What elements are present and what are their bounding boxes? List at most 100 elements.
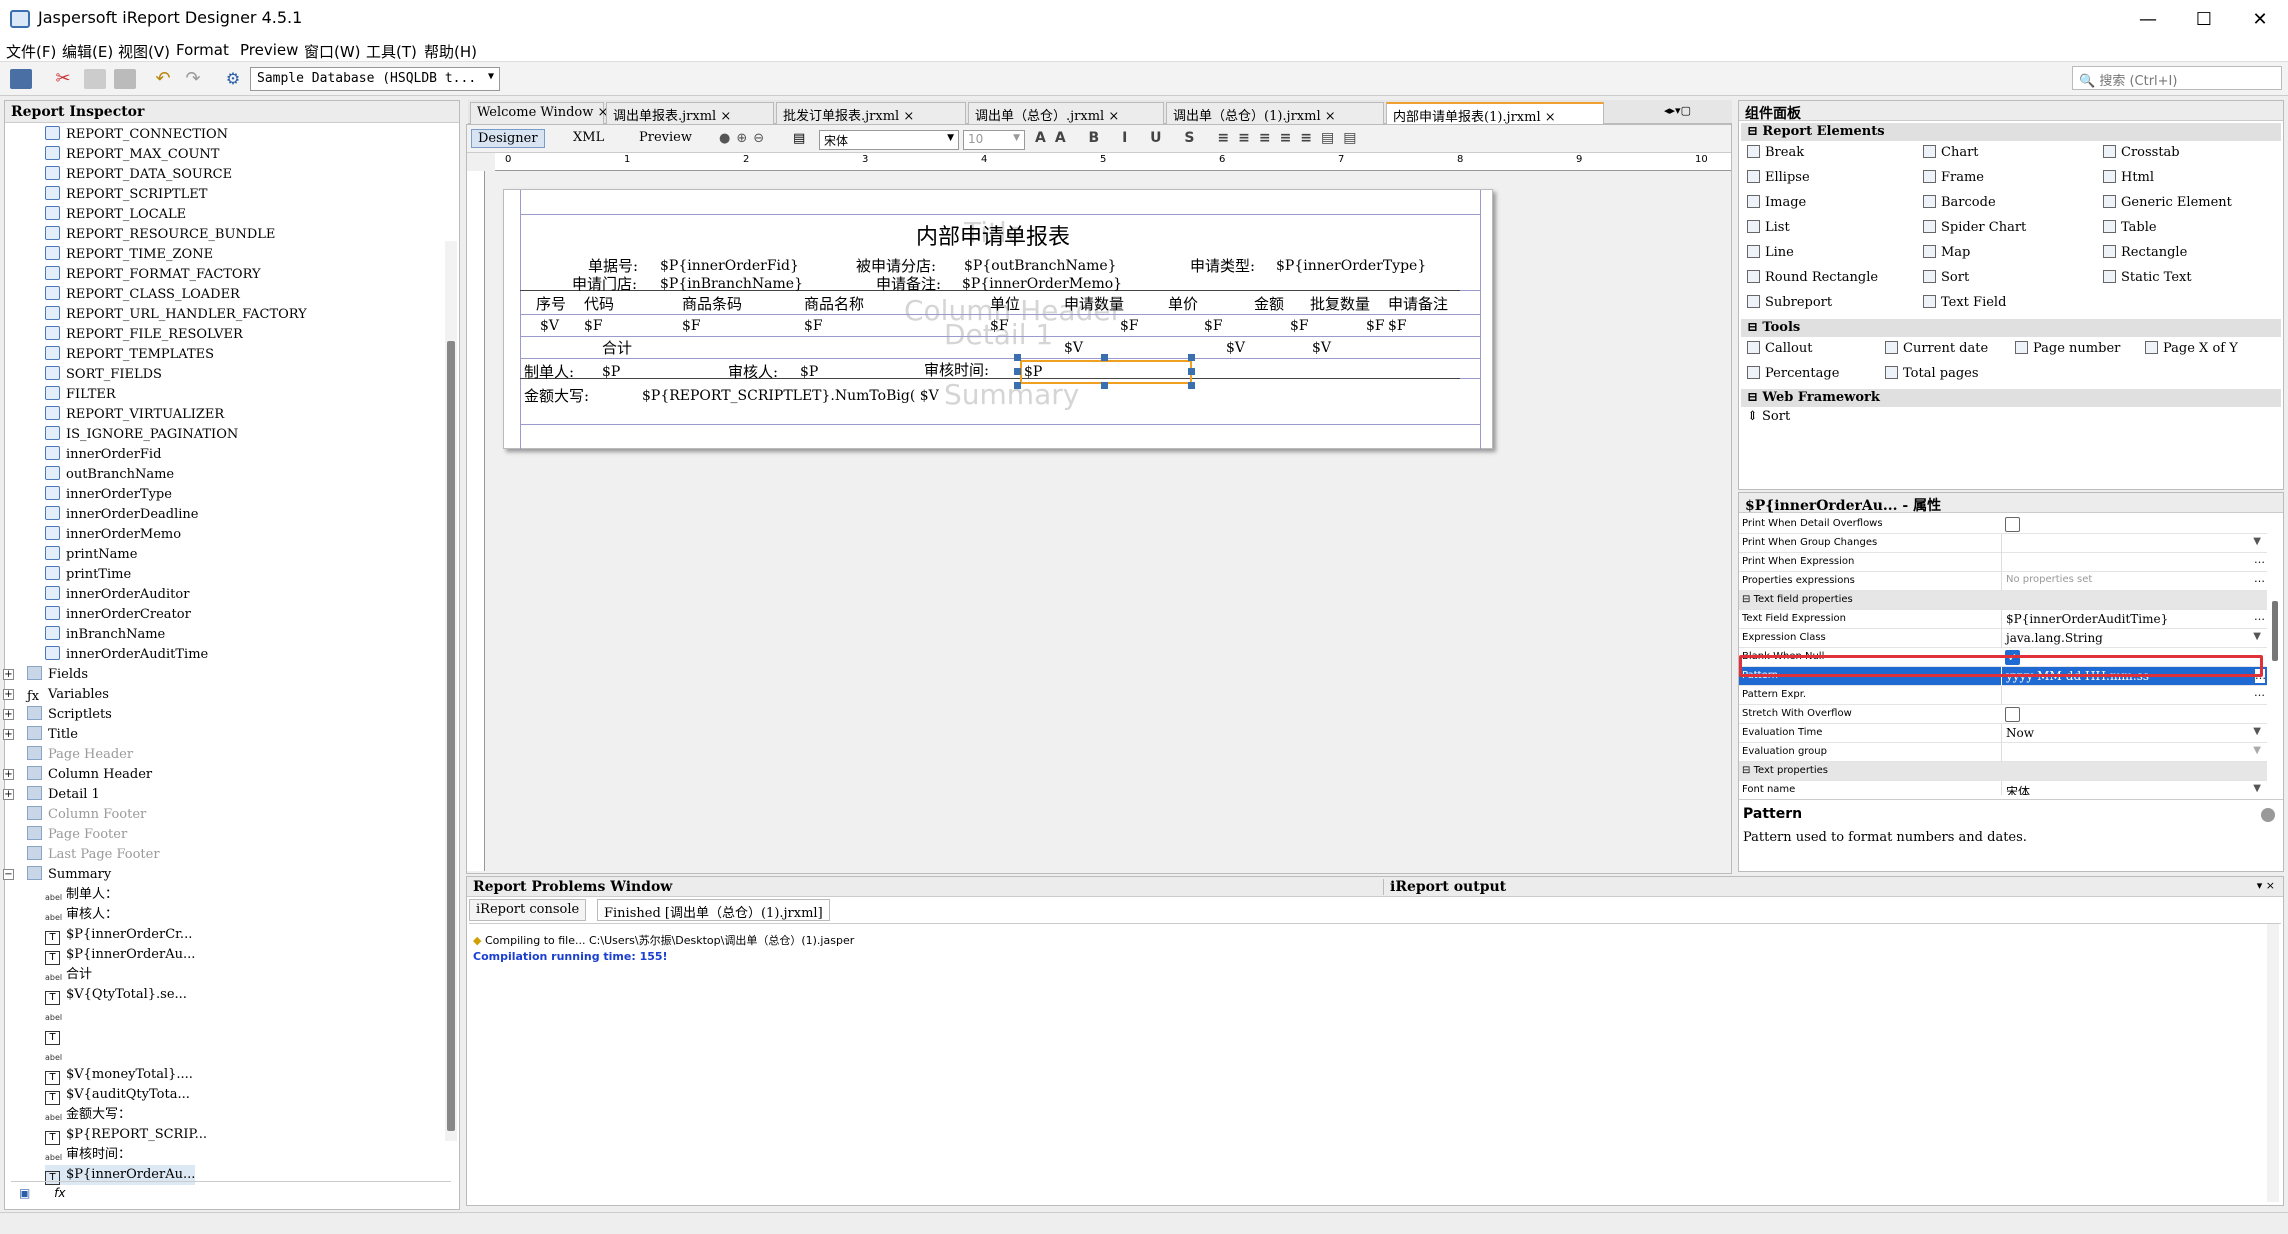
- resize-handle[interactable]: [1101, 354, 1108, 361]
- detail-amount[interactable]: $F: [1290, 316, 1309, 336]
- tree-item-scriptlets[interactable]: + Scriptlets: [3, 705, 112, 725]
- tree-item-band[interactable]: − Summary: [3, 865, 111, 885]
- palette-item-web-sort[interactable]: ⇕ Sort: [1747, 409, 1790, 424]
- tab-preview[interactable]: Preview: [633, 129, 698, 146]
- ellipsis-button[interactable]: …: [2254, 572, 2265, 585]
- field-creator[interactable]: $P: [602, 362, 620, 382]
- tree-item-textfield[interactable]: T: [45, 1025, 66, 1045]
- col-header-unit[interactable]: 单位: [990, 294, 1020, 314]
- tree-item-textfield[interactable]: T $V{moneyTotal}....: [45, 1065, 193, 1085]
- group-report-elements[interactable]: ⊟ Report Elements: [1741, 123, 2281, 141]
- tree-item-parameter[interactable]: inBranchName: [45, 625, 165, 645]
- expand-toggle-icon[interactable]: +: [3, 789, 14, 800]
- datasource-icon[interactable]: ⚙: [222, 69, 244, 89]
- prop-print-when-detail-overflows[interactable]: Print When Detail Overflows: [1739, 515, 2267, 534]
- ellipsis-button[interactable]: …: [2254, 686, 2265, 699]
- col-header-amount[interactable]: 金额: [1254, 294, 1284, 314]
- label-audit-time[interactable]: 审核时间:: [924, 360, 989, 380]
- detail-code[interactable]: $F: [584, 316, 603, 336]
- tab-diaochu-report[interactable]: 调出单报表.jrxml ×: [606, 102, 774, 124]
- paste-icon[interactable]: [114, 69, 136, 89]
- close-icon[interactable]: ×: [720, 109, 731, 124]
- prop-pattern-expr[interactable]: Pattern Expr.…: [1739, 686, 2267, 705]
- tree-item-statictext[interactable]: abel 制单人：: [45, 885, 118, 905]
- label-auditor[interactable]: 审核人:: [728, 362, 778, 382]
- tree-item-parameter[interactable]: FILTER: [45, 385, 116, 405]
- maximize-button[interactable]: ☐: [2176, 0, 2232, 38]
- tab-designer[interactable]: Designer: [471, 129, 545, 148]
- palette-item-page-x-of-y[interactable]: Page X of Y: [2145, 341, 2238, 356]
- detail-qty[interactable]: $F: [1120, 316, 1139, 336]
- group-web-framework[interactable]: ⊟ Web Framework: [1741, 389, 2281, 407]
- resize-handle[interactable]: [1014, 382, 1021, 389]
- report-page[interactable]: Title Column Header Detail 1 Summary 内部申…: [503, 189, 1493, 450]
- tree-item-textfield[interactable]: T $V{auditQtyTota...: [45, 1085, 190, 1105]
- expand-toggle-icon[interactable]: +: [3, 689, 14, 700]
- menu-preview[interactable]: Preview: [240, 41, 298, 59]
- tree-item-textfield[interactable]: T $P{REPORT_SCRIP...: [45, 1125, 207, 1145]
- tree-item-band[interactable]: Page Footer: [27, 825, 127, 845]
- tree-item-band[interactable]: Column Footer: [27, 805, 146, 825]
- ellipsis-button[interactable]: …: [2254, 610, 2265, 623]
- tree-item-parameter[interactable]: REPORT_LOCALE: [45, 205, 186, 225]
- tree-item-parameter[interactable]: outBranchName: [45, 465, 174, 485]
- close-icon[interactable]: ×: [1108, 109, 1119, 124]
- col-header-remark[interactable]: 申请备注: [1388, 294, 1448, 314]
- palette-item-list[interactable]: List: [1747, 220, 1790, 235]
- tree-item-parameter[interactable]: innerOrderCreator: [45, 605, 191, 625]
- expand-toggle-icon[interactable]: +: [3, 769, 14, 780]
- tree-item-statictext[interactable]: abel 审核人：: [45, 905, 118, 925]
- group-tools[interactable]: ⊟ Tools: [1741, 319, 2281, 337]
- detail-approved-qty[interactable]: $F: [1366, 316, 1385, 336]
- tree-item-parameter[interactable]: REPORT_TEMPLATES: [45, 345, 214, 365]
- checkbox[interactable]: [2005, 707, 2020, 722]
- field-out-branch-name[interactable]: $P{outBranchName}: [964, 256, 1117, 276]
- close-icon[interactable]: ×: [903, 109, 914, 124]
- snap-icon[interactable]: ▤: [793, 131, 805, 146]
- field-inner-order-type[interactable]: $P{innerOrderType}: [1276, 256, 1426, 276]
- detail-seq[interactable]: $V: [540, 316, 559, 336]
- prop-value[interactable]: …: [2001, 553, 2267, 572]
- label-apply-memo[interactable]: 申请备注:: [876, 274, 941, 294]
- tab-pifa-report[interactable]: 批发订单报表.jrxml ×: [776, 102, 966, 124]
- inspector-scrollbar[interactable]: [445, 241, 457, 1141]
- menu-file[interactable]: 文件(F): [6, 41, 56, 62]
- palette-item-sort[interactable]: Sort: [1923, 270, 1969, 285]
- label-doc-no[interactable]: 单据号:: [588, 256, 638, 276]
- total-approved-qty[interactable]: $V: [1312, 338, 1331, 358]
- expand-toggle-icon[interactable]: +: [3, 709, 14, 720]
- palette-item-barcode[interactable]: Barcode: [1923, 195, 1996, 210]
- tree-item-variables[interactable]: + ƒx Variables: [3, 685, 109, 705]
- close-icon[interactable]: ×: [1325, 109, 1336, 124]
- prop-value[interactable]: 宋体 ▼: [2001, 781, 2267, 795]
- tab-neibu-shenqing[interactable]: 内部申请单报表(1).jrxml ×: [1386, 102, 1604, 125]
- prop-value[interactable]: $P{innerOrderAuditTime}…: [2001, 610, 2267, 629]
- palette-item-table[interactable]: Table: [2103, 220, 2157, 235]
- palette-item-rectangle[interactable]: Rectangle: [2103, 245, 2187, 260]
- tree-item-parameter[interactable]: innerOrderDeadline: [45, 505, 198, 525]
- tree-item-band[interactable]: Last Page Footer: [27, 845, 160, 865]
- tree-item-parameter[interactable]: innerOrderFid: [45, 445, 161, 465]
- tree-item-parameter[interactable]: REPORT_FILE_RESOLVER: [45, 325, 243, 345]
- menu-help[interactable]: 帮助(H): [424, 41, 477, 62]
- palette-item-round-rectangle[interactable]: Round Rectangle: [1747, 270, 1878, 285]
- tab-finished-output[interactable]: Finished [调出单（总仓）(1).jrxml]: [597, 899, 830, 921]
- tree-item-fields[interactable]: + Fields: [3, 665, 88, 685]
- col-header-qty[interactable]: 申请数量: [1064, 294, 1124, 314]
- save-icon[interactable]: [10, 69, 32, 89]
- prop-stretch-with-overflow[interactable]: Stretch With Overflow: [1739, 705, 2267, 724]
- tree-item-parameter[interactable]: REPORT_VIRTUALIZER: [45, 405, 224, 425]
- palette-item-current-date[interactable]: Current date: [1885, 341, 1988, 356]
- resize-handle[interactable]: [1014, 354, 1021, 361]
- tab-xml[interactable]: XML: [567, 129, 610, 146]
- prop-value[interactable]: Now ▼: [2001, 724, 2267, 743]
- resize-handle[interactable]: [1188, 354, 1195, 361]
- field-amount-words[interactable]: $P{REPORT_SCRIPTLET}.NumToBig( $V: [642, 386, 939, 406]
- tree-item-parameter[interactable]: REPORT_SCRIPTLET: [45, 185, 207, 205]
- palette-item-spider-chart[interactable]: Spider Chart: [1923, 220, 2026, 235]
- col-header-code[interactable]: 代码: [584, 294, 614, 314]
- prop-print-when-group-changes[interactable]: Print When Group Changes ▼: [1739, 534, 2267, 553]
- undo-icon[interactable]: ↶: [152, 69, 174, 89]
- expand-toggle-icon[interactable]: +: [3, 669, 14, 680]
- tree-item-statictext[interactable]: abel: [45, 1005, 66, 1025]
